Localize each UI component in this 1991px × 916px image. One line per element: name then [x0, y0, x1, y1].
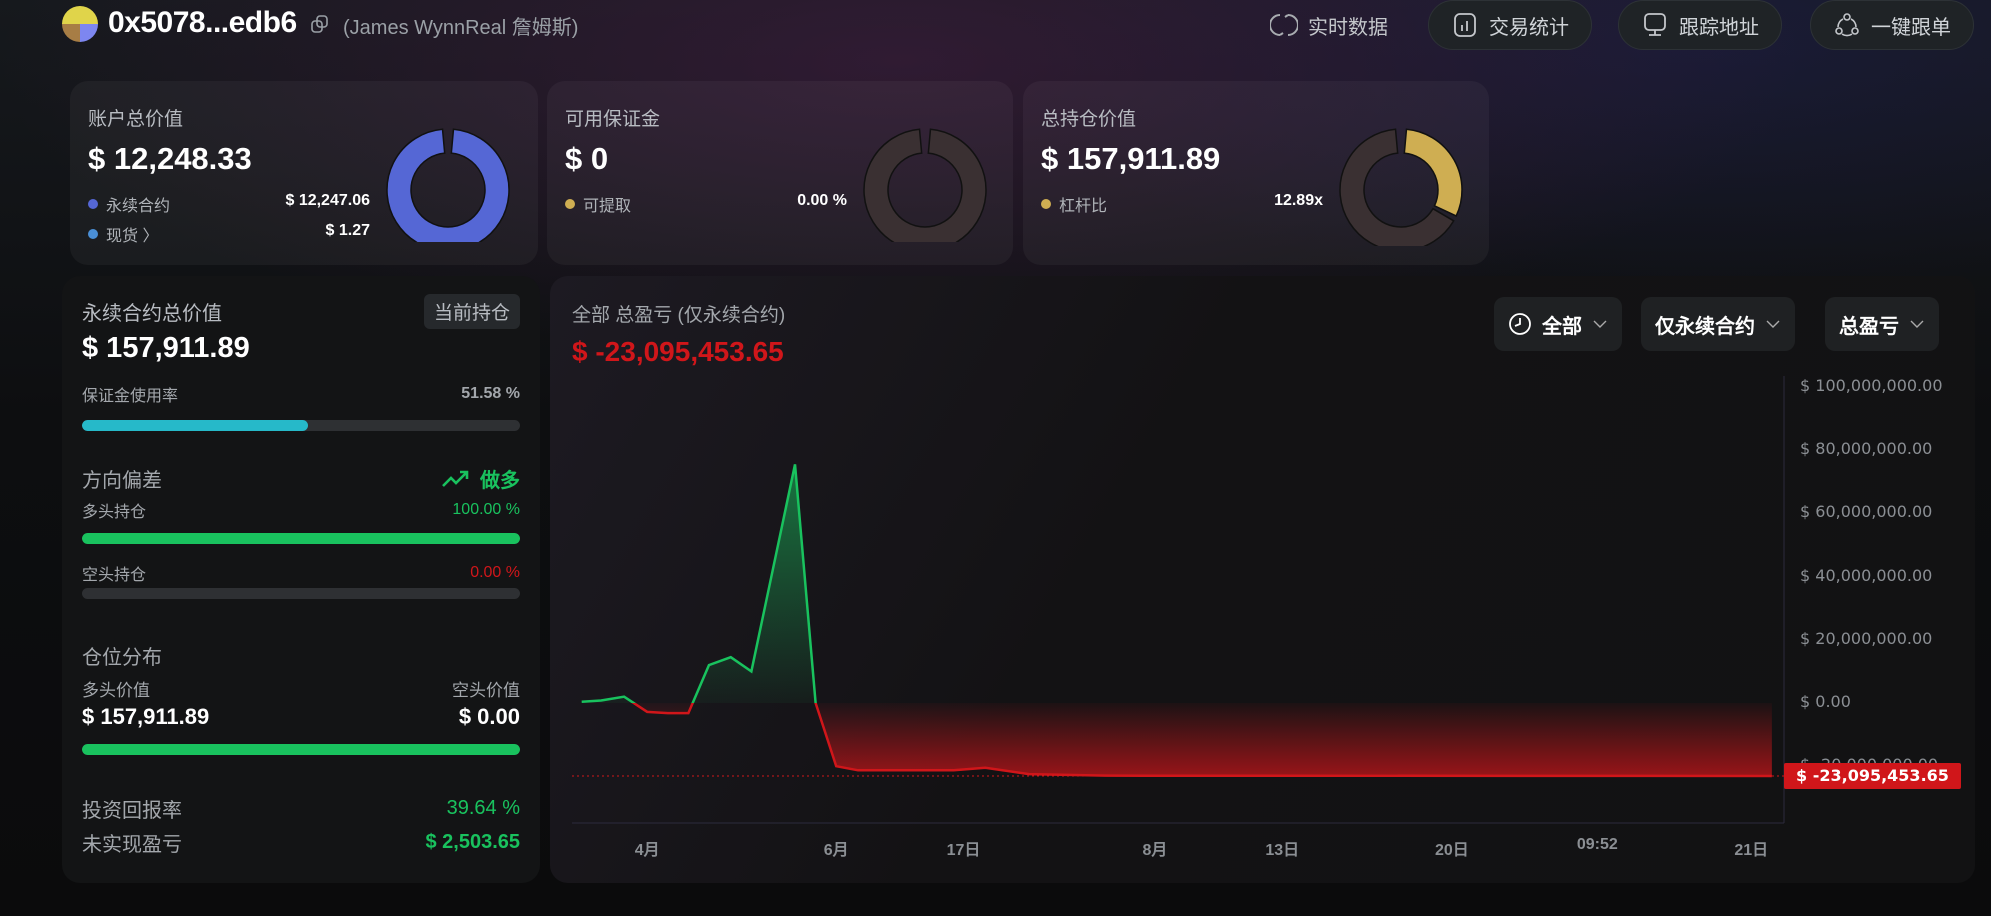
- x-tick-label: 21日: [1734, 842, 1769, 859]
- x-tick-label: 17日: [946, 842, 981, 859]
- y-tick-label: $ 100,000,000.00: [1800, 376, 1943, 395]
- y-tick-label: $ 80,000,000.00: [1800, 439, 1933, 459]
- negative-area: [581, 703, 1772, 776]
- x-tick-label: 8月: [1142, 842, 1168, 859]
- y-tick-label: $ 40,000,000.00: [1800, 565, 1933, 585]
- pnl-chart[interactable]: [0, 0, 1991, 916]
- current-value-tag: $ -23,095,453.65: [1784, 762, 1961, 789]
- x-tick-label: 20日: [1435, 842, 1469, 859]
- y-tick-label: $ 60,000,000.00: [1800, 502, 1933, 522]
- x-tick-label: 13日: [1265, 842, 1300, 859]
- y-tick-label: $ 20,000,000.00: [1800, 628, 1933, 648]
- x-tick-label: 6月: [823, 842, 849, 859]
- y-tick-label: $ 0.00: [1800, 692, 1851, 711]
- x-tick-label: 4月: [634, 842, 660, 859]
- x-tick-label: 09:52: [1576, 836, 1618, 853]
